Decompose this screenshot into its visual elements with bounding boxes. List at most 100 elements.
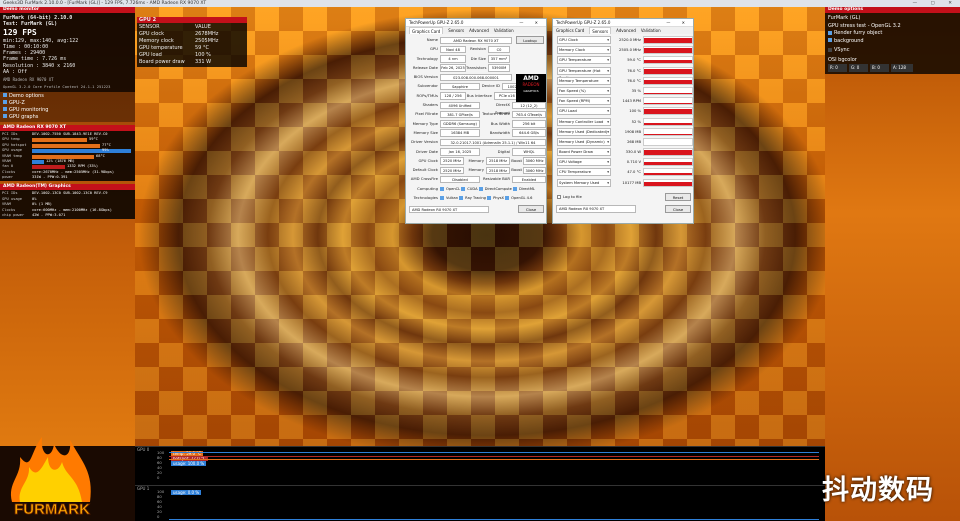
sensor-name-select[interactable]: Memory Used (Dynamic) bbox=[557, 137, 611, 146]
sensor-name-select[interactable]: GPU Load bbox=[557, 107, 611, 116]
bgcolor-g[interactable]: G: 0 bbox=[849, 64, 868, 72]
gpu0-graph: GPU 0 100806040200 temp: 59.0 °Chotspot:… bbox=[135, 446, 825, 482]
lookup-button[interactable]: Lookup bbox=[516, 36, 544, 44]
tab-advanced[interactable]: Advanced bbox=[469, 27, 489, 34]
render-furry-option[interactable]: Render furry object bbox=[828, 30, 957, 38]
bgcolor-inputs: R: 0 G: 0 B: 0 A: 128 bbox=[828, 64, 957, 72]
graph-axis-tick: 0 bbox=[157, 475, 160, 480]
sensors-card-select[interactable]: AMD Radeon RX 9070 XT bbox=[556, 205, 636, 213]
gpuz-card-select[interactable]: AMD Radeon RX 9070 XT bbox=[409, 205, 489, 214]
gpuz-sensors-tabs: Graphics Card Sensors Advanced Validatio… bbox=[553, 27, 693, 34]
option-gpu-graphs[interactable]: GPU graphs bbox=[3, 114, 132, 121]
sensor-name-select[interactable]: GPU Voltage bbox=[557, 158, 611, 167]
gpuz-sensor-row: CPU Temperature 47.0 °C bbox=[553, 168, 693, 178]
sensors-close-button[interactable]: Close bbox=[665, 204, 691, 213]
sensor-row: GPU clock 2678MHz bbox=[139, 31, 219, 37]
gpu1-row-value: 331W - PPW:0.391 bbox=[32, 175, 68, 180]
window-controls[interactable]: — ▢ ✕ bbox=[913, 0, 958, 7]
sensor-history-bar bbox=[643, 66, 693, 75]
sensor-value: 76.0 °C bbox=[627, 68, 641, 73]
sensor-value: 0.710 V bbox=[626, 160, 641, 165]
sensor-history-bar bbox=[643, 36, 693, 44]
gpu1-row-bar bbox=[32, 138, 87, 143]
bgcolor-b[interactable]: B: 0 bbox=[870, 64, 889, 72]
option-gpu-monitoring[interactable]: GPU monitoring bbox=[3, 107, 132, 114]
gpuz-sensor-row: Memory Used (Dynamic) 268 MB bbox=[553, 137, 693, 148]
demo-monitor: FurMark (64-bit) 2.10.0 Test: FurMark (G… bbox=[0, 13, 135, 92]
sensor-value: 100 % bbox=[629, 109, 641, 114]
tab-sensors[interactable]: Sensors bbox=[589, 27, 612, 34]
background-option[interactable]: background bbox=[828, 38, 957, 46]
furmark-logo-text: FURMARK bbox=[14, 501, 90, 518]
checkbox-icon[interactable] bbox=[3, 100, 7, 105]
window-titlebar: Geeks3D FurMark 2.10.0.0 - [FurMark (GL)… bbox=[0, 0, 960, 7]
gpu0-graph-label: GPU 0 bbox=[137, 447, 150, 452]
gpuz-window: TechPowerUp GPU-Z 2.65.0— ✕ Graphics Car… bbox=[405, 18, 547, 224]
checkbox-icon[interactable] bbox=[3, 93, 7, 98]
sensor-name-select[interactable]: Memory Controller Load bbox=[557, 117, 611, 126]
sensor-name-select[interactable]: CPU Temperature bbox=[557, 168, 611, 177]
sensor-history-bar bbox=[643, 168, 693, 177]
sensor-value: 52 % bbox=[631, 119, 641, 124]
gpu1-row-bar bbox=[32, 165, 65, 170]
sensor-value: 76.0 °C bbox=[627, 78, 641, 83]
gpuz-sensor-row: GPU Temperature (Hot Spot) 76.0 °C bbox=[553, 66, 693, 80]
sensor-head-row: SENSOR VALUE bbox=[139, 24, 211, 30]
sensor-name-select[interactable]: System Memory Used bbox=[557, 178, 611, 187]
sensor-name-select[interactable]: Memory Clock bbox=[557, 46, 611, 55]
sensor-row: Board power draw 331 W bbox=[139, 59, 212, 65]
gpuz-sensor-row: System Memory Used 10177 MB bbox=[553, 178, 693, 189]
tab-validation[interactable]: Validation bbox=[641, 27, 661, 34]
sensor-value: 268 MB bbox=[627, 139, 641, 144]
bgcolor-r[interactable]: R: 0 bbox=[828, 64, 847, 72]
gpuz-fields: Name AMD Radeon RX 9070 XT Lookup GPU Navi … bbox=[406, 34, 546, 220]
tab-advanced[interactable]: Advanced bbox=[616, 27, 636, 34]
graph-axis-tick: 0 bbox=[157, 514, 160, 519]
gpuz-sensors-window: TechPowerUp GPU-Z 2.65.0— ✕ Graphics Car… bbox=[552, 18, 694, 224]
gpuz-sensor-row: Board Power Draw 330.0 W bbox=[553, 148, 693, 158]
sensor-name-select[interactable]: Fan Speed (RPM) bbox=[557, 97, 611, 106]
sensor-name-select[interactable]: Memory Used (Dedicated) bbox=[557, 127, 611, 136]
bgcolor-a[interactable]: A: 128 bbox=[891, 64, 913, 72]
sensor-name-select[interactable]: GPU Temperature (Hot Spot) bbox=[557, 66, 611, 80]
option-gpu-z[interactable]: GPU-Z bbox=[3, 100, 132, 107]
gpuz-sensor-row: Memory Clock 2505.0 MHz bbox=[553, 46, 693, 56]
sensor-value: 2505.0 MHz bbox=[619, 48, 641, 53]
sensor-name-select[interactable]: Memory Temperature bbox=[557, 76, 611, 85]
log-to-file-checkbox[interactable]: Log to file bbox=[557, 193, 582, 201]
amd-radeon-logo: AMD RADEON GRAPHICS bbox=[516, 74, 546, 102]
gpu1-row-key: power bbox=[2, 175, 14, 180]
sensor-name-select[interactable]: GPU Temperature bbox=[557, 56, 611, 65]
opengl-info: OpenGL 3.2.0 Core Profile Context 24.1.1… bbox=[3, 83, 111, 89]
gpuz-close-button[interactable]: Close bbox=[518, 205, 544, 214]
sensor-name-select[interactable]: Board Power Draw bbox=[557, 148, 611, 157]
tab-graphics-card[interactable]: Graphics Card bbox=[409, 27, 444, 34]
tab-graphics-card[interactable]: Graphics Card bbox=[556, 27, 584, 34]
gpuz-sensor-row: GPU Voltage 0.710 V bbox=[553, 158, 693, 168]
gpuz-sensor-row: GPU Load 100 % bbox=[553, 107, 693, 117]
checkbox-icon[interactable] bbox=[3, 114, 7, 119]
sensor-history-bar bbox=[643, 107, 693, 116]
sensor-history-bar bbox=[643, 117, 693, 126]
osi-bgcolor-label: OSI bgcolor bbox=[828, 56, 857, 63]
gpuz-tabs: Graphics Card Sensors Advanced Validatio… bbox=[406, 27, 546, 34]
sensor-history-bar bbox=[643, 148, 693, 157]
reset-button[interactable]: Reset bbox=[665, 192, 691, 201]
gpu2-row-value: 42W - PPW:3.071 bbox=[32, 213, 66, 218]
gpu2-monitor: PCI IDs DEV-1002-13C0 SUB-1002-13C0 REV-C… bbox=[0, 190, 135, 220]
sensor-history-bar bbox=[643, 137, 693, 146]
sensor-value: 10177 MB bbox=[622, 180, 641, 185]
option-demo-options[interactable]: Demo options bbox=[3, 93, 132, 100]
vsync-option[interactable]: VSync bbox=[828, 47, 957, 55]
sensor-value: 47.0 °C bbox=[627, 170, 641, 175]
tab-validation[interactable]: Validation bbox=[494, 27, 514, 34]
furmark-logo: FURMARK bbox=[10, 437, 91, 518]
gpuz-sensor-row: Fan Speed (RPM) 1443 RPM bbox=[553, 97, 693, 107]
checkbox-icon[interactable] bbox=[3, 107, 7, 112]
sensor-history-bar bbox=[643, 97, 693, 106]
sensor-name-select[interactable]: GPU Clock bbox=[557, 36, 611, 44]
sensor-name-select[interactable]: Fan Speed (%) bbox=[557, 86, 611, 95]
sensor-overlay-header: GPU 2 bbox=[137, 17, 247, 23]
tab-sensors[interactable]: Sensors bbox=[448, 27, 464, 34]
watermark-text: 抖动数码 bbox=[822, 475, 934, 506]
